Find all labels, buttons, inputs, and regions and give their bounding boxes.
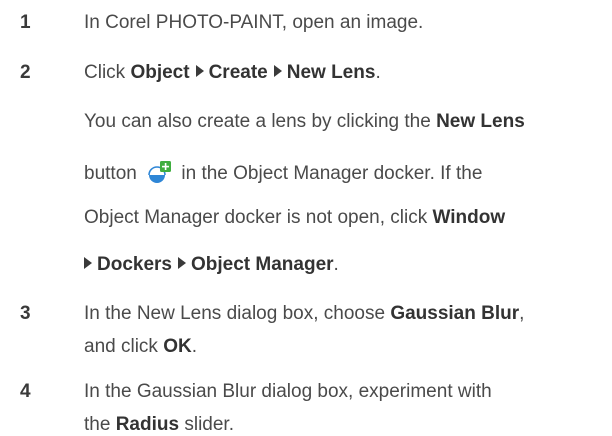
step-line: Object Manager docker is not open, click… [84, 207, 505, 229]
step-line: and click OK. [84, 336, 197, 358]
step-number: 3 [20, 303, 31, 324]
step-number: 4 [20, 381, 31, 402]
step-line: the Radius slider. [84, 414, 234, 436]
menu-path-arrow-icon [84, 257, 92, 269]
text-run: In the New Lens dialog box, choose [84, 303, 391, 324]
menu-path-arrow-icon [178, 257, 186, 269]
menu-path-arrow-icon [195, 65, 204, 77]
text-run: . [333, 254, 339, 275]
ui-term: Dockers [97, 254, 172, 275]
step-line: In the New Lens dialog box, choose Gauss… [84, 303, 524, 325]
step-line: In Corel PHOTO-PAINT, open an image. [84, 12, 423, 34]
text-run: In Corel PHOTO-PAINT, open an image. [84, 12, 424, 33]
text-run: slider. [179, 414, 234, 435]
ui-term: New Lens [436, 111, 525, 132]
text-run: Object Manager docker is not open, click [84, 207, 433, 228]
ui-term: New Lens [286, 62, 376, 83]
ui-term: Object [130, 62, 190, 83]
text-run: In the Gaussian Blur dialog box, experim… [84, 381, 492, 402]
ui-term: Window [432, 207, 506, 228]
text-run: , [519, 303, 525, 324]
ui-term: OK [163, 336, 192, 357]
text-run: and click [84, 336, 164, 357]
text-run: the [84, 414, 116, 435]
step-line: Dockers Object Manager. [84, 254, 339, 276]
step-line: You can also create a lens by clicking t… [84, 111, 525, 133]
step-number: 2 [20, 62, 31, 83]
step-line: button in the Object Manager docker. If … [84, 160, 482, 185]
new-lens-icon [146, 160, 172, 184]
text-run: button [84, 163, 143, 184]
text-run: . [375, 62, 381, 83]
menu-path-arrow-icon [273, 65, 282, 77]
step-line: Click Object Create New Lens. [84, 62, 381, 84]
text-run: in the Object Manager docker. If the [176, 163, 483, 184]
ui-term: Radius [115, 414, 180, 435]
step-number: 1 [20, 12, 31, 33]
ui-term: Create [208, 62, 268, 83]
text-run: Click [84, 62, 131, 83]
ui-term: Gaussian Blur [390, 303, 520, 324]
text-run: You can also create a lens by clicking t… [84, 111, 437, 132]
text-run: . [191, 336, 197, 357]
ui-term: Object Manager [191, 254, 334, 275]
step-line: In the Gaussian Blur dialog box, experim… [84, 381, 492, 403]
